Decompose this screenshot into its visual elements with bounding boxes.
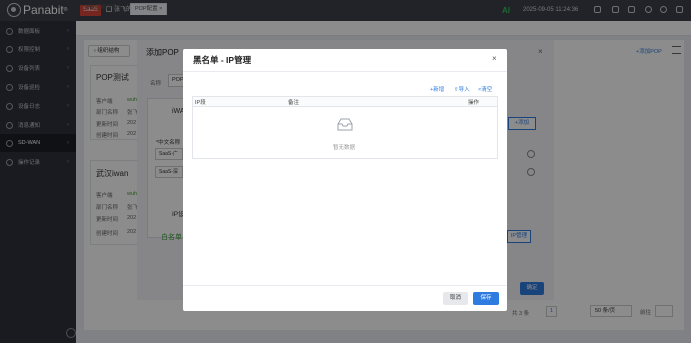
- add-ip-button[interactable]: +新增: [430, 85, 444, 93]
- modal-title: 黑名单 - IP管理: [193, 55, 252, 65]
- divider: [183, 71, 507, 72]
- empty-inbox-icon: [337, 118, 353, 131]
- close-icon[interactable]: ×: [492, 54, 497, 63]
- column-header-action: 操作: [468, 100, 480, 106]
- column-header-ip: IP段: [195, 100, 206, 106]
- ip-table-body: [192, 107, 498, 159]
- cancel-button[interactable]: 取消: [443, 292, 468, 305]
- column-header-remark: 备注: [288, 100, 300, 106]
- save-button[interactable]: 保存: [473, 292, 499, 305]
- clear-button[interactable]: ×清空: [478, 85, 492, 93]
- ip-table-header: [192, 96, 498, 107]
- empty-text: 暂无数据: [333, 145, 356, 151]
- import-button[interactable]: ⇧导入: [454, 85, 470, 93]
- divider: [183, 285, 507, 286]
